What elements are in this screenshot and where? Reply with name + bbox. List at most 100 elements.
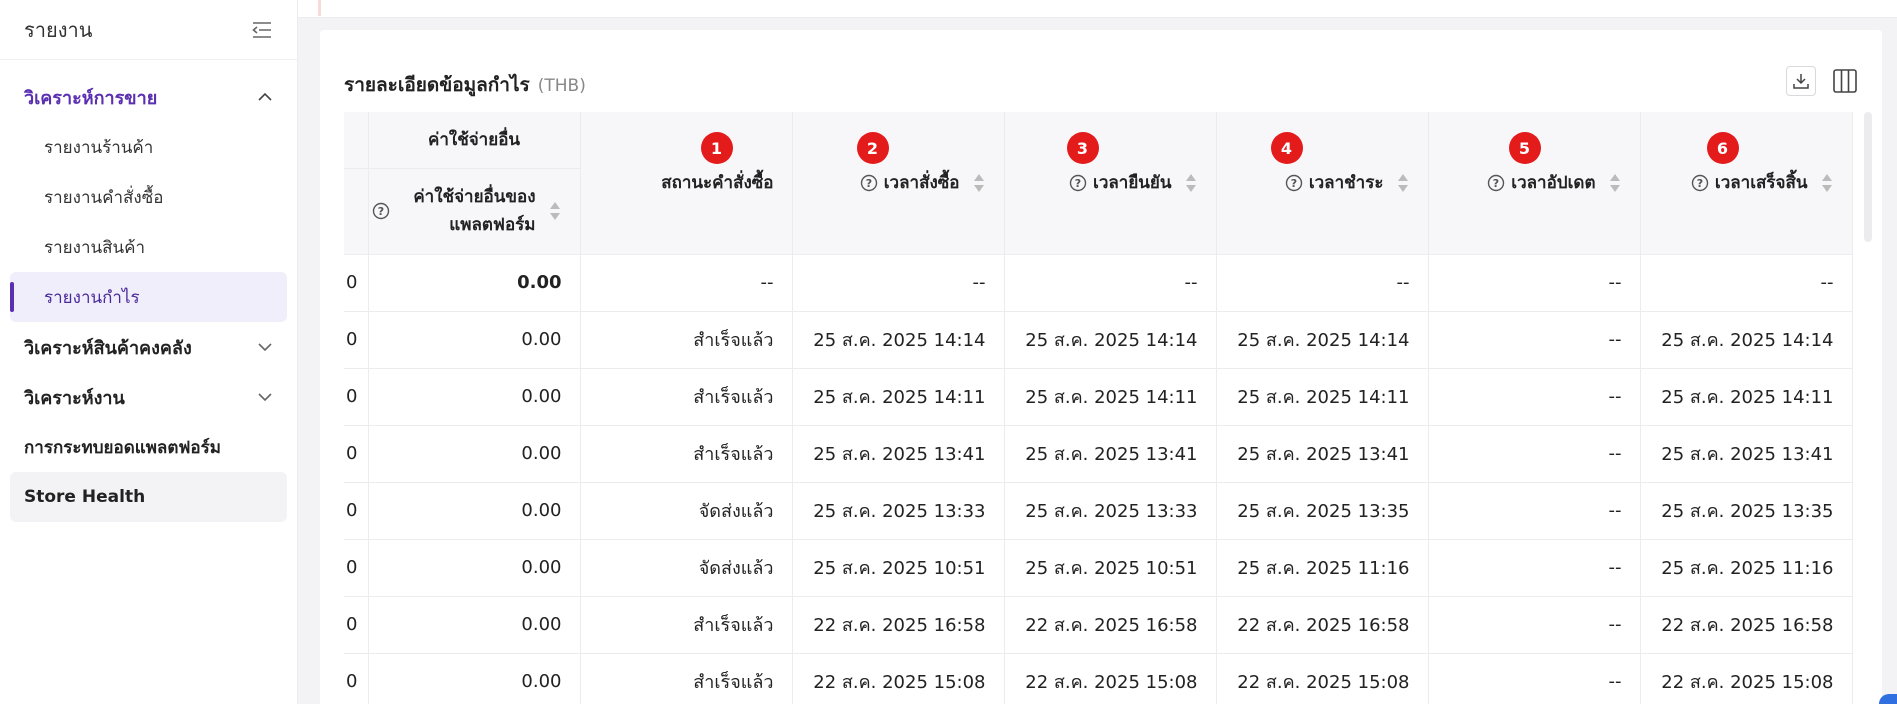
table-row[interactable]: 0 0.00 สำเร็จแล้ว 25 ส.ค. 2025 14:11 25 ส.ค.…: [344, 368, 1853, 426]
chevron-down-icon: [258, 343, 272, 352]
sidebar-item-label: รายงานกำไร: [44, 287, 140, 308]
floating-widget-edge[interactable]: [1879, 694, 1897, 704]
download-icon: [1793, 74, 1809, 89]
table-cell-pay: 22 ส.ค. 2025 15:08: [1216, 653, 1429, 704]
svg-text:?: ?: [1291, 177, 1297, 190]
table-cell-cut: 0: [344, 653, 369, 704]
table-cell-order: 25 ส.ค. 2025 14:11: [792, 368, 1005, 426]
table-scrollbar[interactable]: [1864, 112, 1872, 242]
table-cell-status: จัดส่งแล้ว: [580, 482, 793, 540]
help-circle-icon[interactable]: ?: [1285, 174, 1303, 192]
table-cell-finish: 25 ส.ค. 2025 11:16: [1640, 539, 1853, 597]
table-cell-order: --: [792, 254, 1005, 312]
table-cell-confirm: 25 ส.ค. 2025 13:41: [1004, 425, 1217, 483]
sidebar-group-label: วิเคราะห์สินค้าคงคลัง: [24, 337, 192, 359]
table-cell-finish: 22 ส.ค. 2025 16:58: [1640, 596, 1853, 654]
column-header-label: เวลายืนยัน: [1093, 173, 1172, 193]
sidebar-item-label: รายงานสินค้า: [44, 237, 146, 258]
table-row[interactable]: 0 0.00 จัดส่งแล้ว 25 ส.ค. 2025 13:33 25 ส.ค.…: [344, 482, 1853, 540]
table-row[interactable]: 0 0.00 -- -- -- -- -- --: [344, 254, 1853, 312]
table-cell-cut: 0: [344, 482, 369, 540]
table-row[interactable]: 0 0.00 สำเร็จแล้ว 22 ส.ค. 2025 16:58 22 ส.ค.…: [344, 596, 1853, 654]
table-cell-cut: 0: [344, 254, 369, 312]
sort-icon[interactable]: [1396, 172, 1410, 194]
table-cell-confirm: 25 ส.ค. 2025 13:33: [1004, 482, 1217, 540]
annotation-badge: 1: [700, 132, 733, 164]
column-header-update-time[interactable]: 5 ? เวลาอัปเดต: [1428, 112, 1641, 255]
annotation-badge: 2: [856, 132, 889, 164]
cut-column-header: [344, 112, 369, 169]
column-header-label: ค่าใช้จ่ายอื่นของแพลตฟอร์ม: [413, 187, 536, 235]
column-header-confirm-time[interactable]: 3 ? เวลายืนยัน: [1004, 112, 1217, 255]
sort-icon[interactable]: [1608, 172, 1622, 194]
table-cell-confirm: 22 ส.ค. 2025 16:58: [1004, 596, 1217, 654]
sort-icon[interactable]: [1184, 172, 1198, 194]
table-cell-fee: 0.00: [368, 653, 581, 704]
top-strip-accent: [318, 0, 321, 16]
table-row[interactable]: 0 0.00 สำเร็จแล้ว 22 ส.ค. 2025 15:08 22 ส.ค.…: [344, 653, 1853, 704]
table-cell-finish: 25 ส.ค. 2025 13:41: [1640, 425, 1853, 483]
download-button[interactable]: [1786, 66, 1816, 96]
sort-icon[interactable]: [972, 172, 986, 194]
table-cell-order: 22 ส.ค. 2025 15:08: [792, 653, 1005, 704]
table-cell-cut: 0: [344, 311, 369, 369]
column-header-label: เวลาเสร็จสิ้น: [1714, 173, 1808, 193]
sidebar-item-product-report[interactable]: รายงานสินค้า: [10, 222, 287, 272]
help-circle-icon[interactable]: ?: [1487, 174, 1505, 192]
annotation-badge: 6: [1706, 132, 1739, 164]
profit-table-body: 0 0.00 -- -- -- -- -- -- 0 0.00 สำเร็จแล้ว 25 ส.ค. …: [344, 254, 1853, 704]
card-unit: (THB): [537, 76, 586, 96]
sidebar-item-profit-report[interactable]: รายงานกำไร: [10, 272, 287, 322]
column-header-order-time[interactable]: 2 ? เวลาสั่งซื้อ: [792, 112, 1005, 255]
columns-button[interactable]: [1830, 66, 1860, 96]
table-cell-finish: 25 ส.ค. 2025 13:35: [1640, 482, 1853, 540]
table-cell-status: สำเร็จแล้ว: [580, 596, 793, 654]
sidebar-group-task-analysis[interactable]: วิเคราะห์งาน: [0, 372, 297, 422]
sidebar-item-label: รายงานคำสั่งซื้อ: [44, 187, 164, 208]
chevron-up-icon: [258, 92, 272, 101]
profit-table-wrapper[interactable]: ค่าใช้จ่ายอื่น 1 สถานะคำสั่งซื้อ 2 ? เวล…: [344, 112, 1864, 704]
sort-icon[interactable]: [548, 200, 562, 222]
table-cell-status: --: [580, 254, 793, 312]
sidebar-item-store-health[interactable]: Store Health: [10, 472, 287, 522]
help-circle-icon[interactable]: ?: [1691, 174, 1709, 192]
table-cell-pay: 25 ส.ค. 2025 14:14: [1216, 311, 1429, 369]
table-cell-update: --: [1428, 539, 1641, 597]
table-cell-fee: 0.00: [368, 539, 581, 597]
table-cell-update: --: [1428, 653, 1641, 704]
column-header-label: สถานะคำสั่งซื้อ: [661, 173, 774, 194]
card-header: รายละเอียดข้อมูลกำไร (THB): [344, 70, 586, 100]
table-cell-fee: 0.00: [368, 482, 581, 540]
sidebar-group-inventory-analysis[interactable]: วิเคราะห์สินค้าคงคลัง: [0, 322, 297, 372]
column-header-payment-time[interactable]: 4 ? เวลาชำระ: [1216, 112, 1429, 255]
table-cell-fee: 0.00: [368, 311, 581, 369]
card-tools: [1786, 66, 1860, 96]
table-cell-fee: 0.00: [368, 596, 581, 654]
collapse-sidebar-icon[interactable]: [251, 21, 273, 39]
help-circle-icon[interactable]: ?: [372, 202, 390, 220]
sort-icon[interactable]: [1820, 172, 1834, 194]
sidebar-item-store-report[interactable]: รายงานร้านค้า: [10, 122, 287, 172]
table-cell-order: 25 ส.ค. 2025 14:14: [792, 311, 1005, 369]
svg-text:?: ?: [1697, 177, 1703, 190]
sidebar-group-sales-analysis[interactable]: วิเคราะห์การขาย: [0, 72, 297, 122]
sidebar-item-order-report[interactable]: รายงานคำสั่งซื้อ: [10, 172, 287, 222]
table-cell-cut: 0: [344, 368, 369, 426]
column-header-finish-time[interactable]: 6 ? เวลาเสร็จสิ้น: [1640, 112, 1853, 255]
table-cell-finish: 25 ส.ค. 2025 14:14: [1640, 311, 1853, 369]
annotation-badge: 5: [1508, 132, 1541, 164]
table-row[interactable]: 0 0.00 สำเร็จแล้ว 25 ส.ค. 2025 14:14 25 ส.ค.…: [344, 311, 1853, 369]
table-cell-status: สำเร็จแล้ว: [580, 311, 793, 369]
sidebar: รายงาน วิเคราะห์การขาย รายงานร้านค้า ราย…: [0, 0, 298, 704]
sidebar-item-platform-reconciliation[interactable]: การกระทบยอดแพลตฟอร์ม: [0, 422, 297, 472]
table-row[interactable]: 0 0.00 สำเร็จแล้ว 25 ส.ค. 2025 13:41 25 ส.ค.…: [344, 425, 1853, 483]
table-cell-finish: 22 ส.ค. 2025 15:08: [1640, 653, 1853, 704]
help-circle-icon[interactable]: ?: [860, 174, 878, 192]
table-cell-status: สำเร็จแล้ว: [580, 425, 793, 483]
table-cell-confirm: 25 ส.ค. 2025 14:14: [1004, 311, 1217, 369]
column-header-platform-other-fee[interactable]: ? ค่าใช้จ่ายอื่นของแพลตฟอร์ม: [368, 168, 581, 255]
table-row[interactable]: 0 0.00 จัดส่งแล้ว 25 ส.ค. 2025 10:51 25 ส.ค.…: [344, 539, 1853, 597]
table-cell-order: 25 ส.ค. 2025 10:51: [792, 539, 1005, 597]
column-header-order-status[interactable]: 1 สถานะคำสั่งซื้อ: [580, 112, 793, 255]
help-circle-icon[interactable]: ?: [1069, 174, 1087, 192]
